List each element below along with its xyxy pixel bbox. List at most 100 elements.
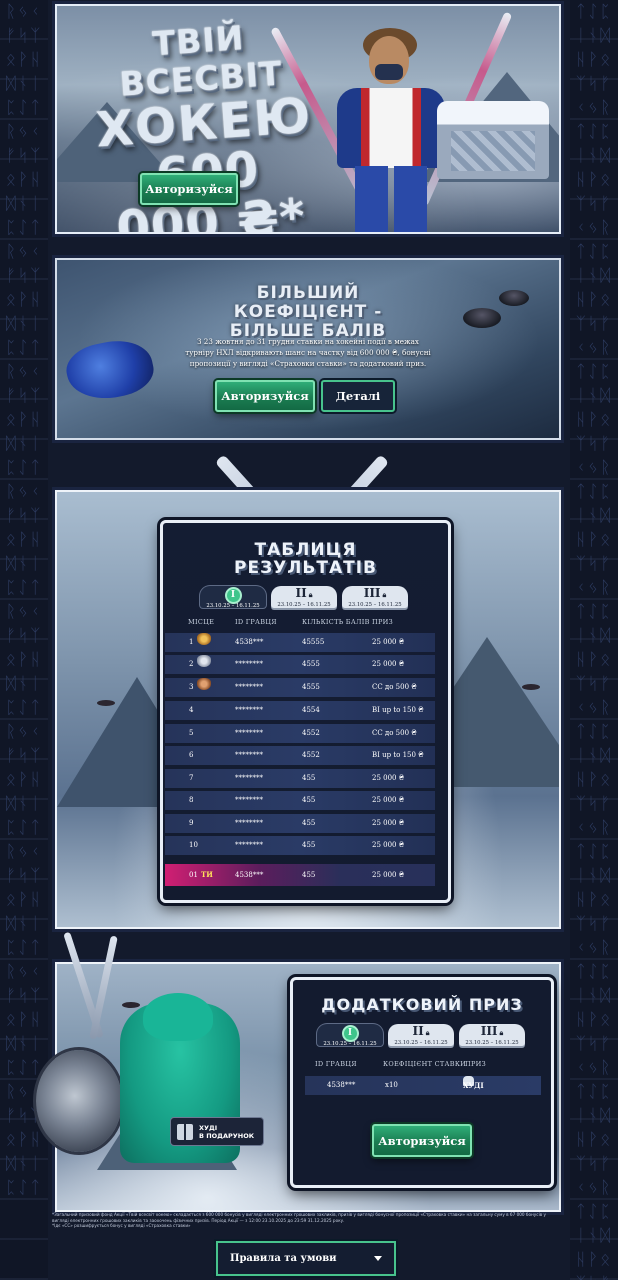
table-row: 4 ******** 4554 BI up to 150 ₴ [165,701,435,720]
row-player-id: ******** [235,796,263,804]
row-prize: 25 000 ₴ [372,871,405,879]
tab-period-3[interactable]: III 🔒︎ 23.10.25 – 16.11.25 [459,1024,525,1046]
row-prize: 25 000 ₴ [372,796,405,804]
silver-medal-icon [197,655,211,667]
row-place: 10 [189,841,198,849]
gift-badge-line1: ХУДІ [199,1123,218,1132]
tab-date: 23.10.25 – 16.11.25 [323,1041,377,1047]
gold-medal-icon [197,633,211,645]
row-points: 4555 [302,660,320,668]
row-player-id: ******** [235,819,263,827]
tab-period-2[interactable]: II 🔒︎ 23.10.25 – 16.11.25 [388,1024,454,1046]
row-place: 7 [189,774,194,782]
disclaimer-line1: *Загальний призовий фонд Акції «Твій все… [52,1212,547,1223]
lock-icon: 🔒︎ [382,590,387,599]
row-prize: 25 000 ₴ [372,819,405,827]
row-prize: 25 000 ₴ [372,774,405,782]
row-player-id: ******** [235,751,263,759]
lock-icon: 🔒︎ [308,590,313,599]
puck-image [499,290,529,306]
you-label: ТИ [201,870,213,879]
tab-number: III [363,586,381,600]
eagle-icon [122,1002,140,1008]
column-header-place: МІСЦЕ [188,618,215,626]
tab-number: III [480,1024,498,1038]
bonus-auth-button[interactable]: Авторизуйся [372,1124,472,1157]
leaderboard-title: ТАБЛИЦЯ РЕЗУЛЬТАТІВ [163,541,448,577]
tab-number: II [412,1024,424,1038]
table-row: 6 ******** 4552 BI up to 150 ₴ [165,746,435,765]
row-points: 4552 [302,729,320,737]
right-rune-border: ᛏᛇᛈᛁᚾᛞᚺᚹᛟᛉᛋᚠᚲᛃᚱᛏᛇᛈᛁᚾᛞᚺᚹᛟᛉᛋᚠᚲᛃᚱᛏᛇᛈᛁᚾᛞᚺᚹᛟᛉ… [570,0,618,1280]
gift-icon [177,1123,193,1140]
table-row: 7 ******** 455 25 000 ₴ [165,769,435,788]
row-player-id: 4538*** [235,638,264,646]
frozen-chair-image [437,101,549,179]
row-points: 4555 [302,683,320,691]
rules-dropdown-label: Правила та умови [230,1253,337,1264]
promo-details-button[interactable]: Деталі [321,380,395,412]
tab-period-1[interactable]: I 23.10.25 – 16.11.25 [317,1024,383,1047]
promo-banner: БІЛЬШИЙ КОЕФІЦІЄНТ - БІЛЬШЕ БАЛІВ З 23 ж… [55,258,561,440]
row-prize: 25 000 ₴ [372,660,405,668]
gift-badge-line2: В ПОДАРУНОК [199,1131,255,1140]
row-prize: BI up to 150 ₴ [372,751,424,759]
leaderboard-title-text: ТАБЛИЦЯ РЕЗУЛЬТАТІВ [234,540,377,578]
gift-badge: ХУДІ В ПОДАРУНОК [170,1117,264,1146]
eagle-icon [97,700,115,706]
column-header-player-id: ID ГРАВЦЯ [315,1060,357,1068]
column-header-coefficient: КОЕФІЦІЄНТ СТАВКИ [383,1060,467,1068]
chevron-down-icon [374,1256,382,1261]
table-row: 10 ******** 455 25 000 ₴ [165,836,435,855]
column-header-points: КІЛЬКІСТЬ БАЛІВ [302,618,370,626]
row-player-id: 4538*** [235,871,264,879]
row-player-id: ******** [235,841,263,849]
table-row: 8 ******** 455 25 000 ₴ [165,791,435,810]
tab-date: 23.10.25 – 16.11.25 [394,1040,448,1046]
rules-dropdown[interactable]: Правила та умови [216,1241,396,1276]
tab-period-2[interactable]: II 🔒︎ 23.10.25 – 16.11.25 [271,586,337,608]
disclaimer-line2: *Ідє «CC» розшифрується бонус у вигляді … [52,1223,191,1229]
row-prize: ХУДІ [463,1081,484,1090]
tab-number: I [226,589,240,602]
hero-banner: ТВІЙ ВСЕСВІТ ХОКЕЮ 600 000 ₴* [55,4,561,234]
current-user-row: 01 ТИ 4538*** 455 25 000 ₴ [165,864,435,886]
bronze-medal-icon [197,678,211,690]
tab-date: 23.10.25 – 16.11.25 [277,602,331,608]
gift-badge-text: ХУДІ В ПОДАРУНОК [199,1124,254,1140]
lock-icon: 🔒︎ [499,1028,504,1037]
row-place: 9 [189,819,194,827]
column-header-prize: ПРИЗ [465,1060,486,1068]
tab-date: 23.10.25 – 16.11.25 [206,603,260,609]
row-place: 6 [189,751,194,759]
promo-description: З 23 жовтня до 31 грудня ставки на хокей… [185,337,431,368]
table-row: 2 ******** 4555 25 000 ₴ [165,655,435,674]
tab-period-3[interactable]: III 🔒︎ 23.10.25 – 16.11.25 [342,586,408,608]
row-prize: CC до 500 ₴ [372,683,417,691]
viking-shield-image [36,1050,122,1152]
disclaimer: *Загальний призовий фонд Акції «Твій все… [52,1212,560,1229]
row-place: 01 [189,871,198,879]
row-place: 8 [189,796,194,804]
table-row: 9 ******** 455 25 000 ₴ [165,814,435,833]
tab-date: 23.10.25 – 16.11.25 [465,1040,519,1046]
row-points: 455 [302,819,316,827]
column-header-prize: ПРИЗ [372,618,393,626]
hero-auth-button[interactable]: Авторизуйся [140,173,238,205]
row-points: 4552 [302,751,320,759]
row-points: 45555 [302,638,325,646]
row-player-id: ******** [235,729,263,737]
row-prize: BI up to 150 ₴ [372,706,424,714]
row-prize: CC до 500 ₴ [372,729,417,737]
row-place: 4 [189,706,194,714]
row-coefficient: x10 [385,1081,398,1089]
row-player-id: ******** [235,660,263,668]
table-row: 1 4538*** 45555 25 000 ₴ [165,633,435,652]
promo-auth-button[interactable]: Авторизуйся [215,380,315,412]
row-player-id: ******** [235,774,263,782]
row-player-id: ******** [235,683,263,691]
tab-date: 23.10.25 – 16.11.25 [348,602,402,608]
row-place: 5 [189,729,194,737]
row-prize: 25 000 ₴ [372,638,405,646]
tab-period-1[interactable]: I 23.10.25 – 16.11.25 [200,586,266,609]
